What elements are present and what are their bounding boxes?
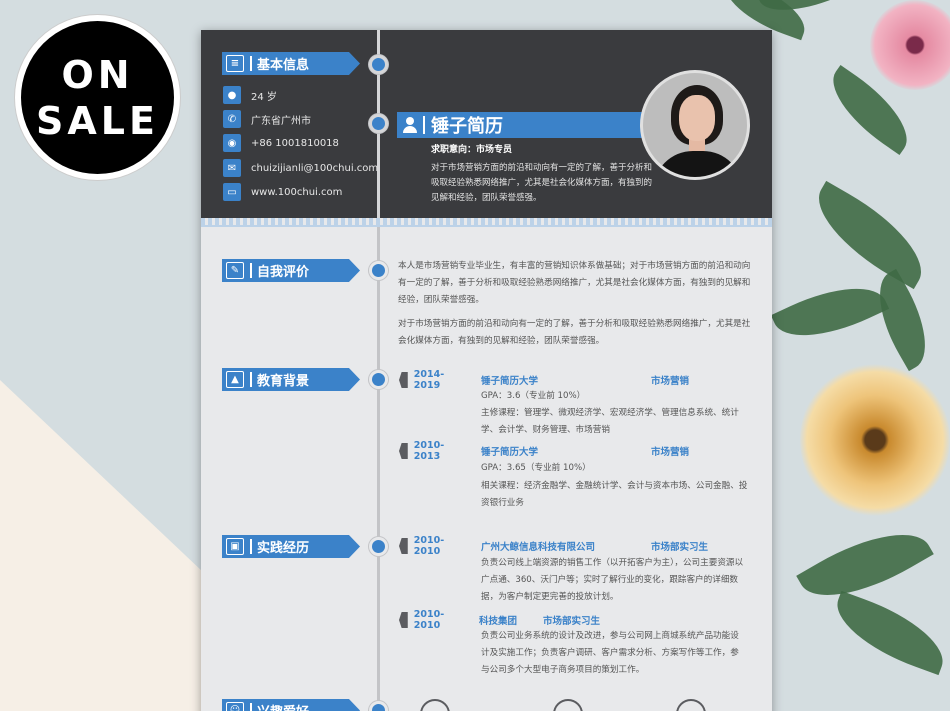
section-hobby: ☺ 兴趣爱好 bbox=[222, 699, 360, 711]
tag-divider bbox=[250, 56, 252, 71]
header-intro: 对于市场营销方面的前沿和动向有一定的了解，善于分析和吸取经验熟悉网络推广，尤其是… bbox=[431, 163, 653, 203]
work-role-2: 市场部实习生 bbox=[543, 616, 601, 627]
timeline-node bbox=[369, 701, 388, 711]
section-title: 兴趣爱好 bbox=[257, 701, 309, 711]
edu-school-1: 锤子简历大学 bbox=[481, 376, 539, 387]
section-basic-info: ≡ 基本信息 bbox=[222, 52, 360, 75]
web-icon: ▭ bbox=[223, 183, 241, 201]
info-text: 24 岁 bbox=[251, 91, 277, 103]
info-email: ✉ chuizijianli@100chui.com bbox=[223, 159, 378, 177]
edu-school-2: 锤子简历大学 bbox=[481, 447, 539, 458]
candidate-name: 锤子简历 bbox=[431, 116, 503, 137]
hobby-icon-3 bbox=[676, 699, 706, 711]
briefcase-icon: ▣ bbox=[226, 538, 244, 555]
hexagon-marker bbox=[399, 538, 408, 554]
info-text: chuizijianli@100chui.com bbox=[251, 162, 379, 174]
timeline-node bbox=[369, 114, 388, 133]
edu-period-2: 2010-2013 bbox=[399, 440, 469, 462]
edu-gpa-1: GPA：3.6（专业前 10%） bbox=[481, 391, 586, 401]
section-work: ▣ 实践经历 bbox=[222, 535, 360, 558]
section-education: ▲ 教育背景 bbox=[222, 368, 360, 391]
sliders-icon: ≡ bbox=[226, 55, 244, 72]
edu-major-2: 市场营销 bbox=[651, 447, 690, 458]
tag-divider bbox=[250, 539, 252, 554]
edit-icon: ✎ bbox=[226, 262, 244, 279]
work-desc-2: 负责公司业务系统的设计及改进，参与公司网上商城系统产品功能设计及实施工作；负责客… bbox=[481, 631, 739, 675]
info-text: 广东省广州市 bbox=[251, 115, 311, 127]
work-period-2: 2010-2010 bbox=[399, 609, 469, 631]
edu-courses-1: 主修课程：管理学、微观经济学、宏观经济学、管理信息系统、统计学、会计学、财务管理… bbox=[481, 408, 739, 435]
edu-period-1: 2014-2019 bbox=[399, 369, 469, 391]
period-text: 2010-2010 bbox=[413, 535, 445, 557]
timeline-node bbox=[369, 261, 388, 280]
flower-decoration-bottom bbox=[790, 340, 950, 711]
profile-photo bbox=[640, 70, 750, 180]
edu-gpa-2: GPA：3.65（专业前 10%） bbox=[481, 463, 591, 473]
info-website: ▭ www.100chui.com bbox=[223, 183, 342, 201]
mail-icon: ✉ bbox=[223, 159, 241, 177]
section-self-eval: ✎ 自我评价 bbox=[222, 259, 360, 282]
edu-courses-2: 相关课程：经济金融学、金融统计学、会计与资本市场、公司金融、投资银行业务 bbox=[481, 481, 748, 508]
work-role-1: 市场部实习生 bbox=[651, 542, 709, 553]
timeline-node bbox=[369, 537, 388, 556]
section-title: 实践经历 bbox=[257, 541, 310, 556]
period-text: 2010-2013 bbox=[413, 440, 445, 462]
period-text: 2014-2019 bbox=[413, 369, 445, 391]
self-eval-p2: 对于市场营销方面的前沿和动向有一定的了解，善于分析和吸取经验熟悉网络推广，尤其是… bbox=[398, 319, 751, 346]
location-icon: ◉ bbox=[223, 134, 241, 152]
badge-line-2: SALE bbox=[36, 98, 159, 143]
job-objective: 求职意向：市场专员 bbox=[431, 145, 513, 155]
background-cream bbox=[0, 380, 210, 711]
resume-document: ≡ 基本信息 ● 24 岁 ✆ 广东省广州市 ◉ +86 1001810018 … bbox=[201, 30, 772, 711]
timeline-node bbox=[369, 55, 388, 74]
flower-decoration-top bbox=[716, 0, 950, 156]
section-title: 教育背景 bbox=[257, 374, 310, 389]
hexagon-marker bbox=[399, 372, 408, 388]
section-title: 基本信息 bbox=[257, 58, 310, 73]
info-text: www.100chui.com bbox=[251, 186, 343, 198]
hobby-icon-1 bbox=[420, 699, 450, 711]
info-age: ● 24 岁 bbox=[223, 86, 277, 104]
name-banner: 锤子简历 bbox=[397, 112, 643, 138]
tag-divider bbox=[423, 116, 425, 134]
header-divider bbox=[201, 218, 772, 227]
badge-line-1: ON bbox=[61, 52, 134, 97]
person-icon: ● bbox=[223, 86, 241, 104]
person-icon bbox=[403, 117, 417, 133]
graduation-cap-icon: ▲ bbox=[226, 371, 244, 388]
self-eval-p1: 本人是市场营销专业毕业生，有丰富的营销知识体系做基础；对于市场营销方面的前沿和动… bbox=[398, 261, 751, 305]
info-phone: ◉ +86 1001810018 bbox=[223, 134, 339, 152]
info-city: ✆ 广东省广州市 bbox=[223, 110, 311, 128]
edu-major-1: 市场营销 bbox=[651, 376, 690, 387]
timeline-node bbox=[369, 370, 388, 389]
section-title: 自我评价 bbox=[257, 265, 310, 280]
work-desc-1: 负责公司线上端资源的销售工作（以开拓客户为主），公司主要资源以广点通、360、沃… bbox=[481, 558, 744, 602]
work-period-1: 2010-2010 bbox=[399, 535, 469, 557]
tag-divider bbox=[250, 703, 252, 711]
info-text: +86 1001810018 bbox=[251, 137, 339, 149]
hobby-icon-2 bbox=[553, 699, 583, 711]
on-sale-badge: ON SALE bbox=[15, 15, 180, 180]
phone-icon: ✆ bbox=[223, 110, 241, 128]
hexagon-marker bbox=[399, 443, 408, 459]
tag-divider bbox=[250, 263, 252, 278]
hexagon-marker bbox=[399, 612, 408, 628]
work-company-1: 广州大鲸信息科技有限公司 bbox=[481, 542, 596, 553]
work-company-2: 科技集团 bbox=[479, 616, 518, 627]
period-text: 2010-2010 bbox=[413, 609, 445, 631]
tag-divider bbox=[250, 372, 252, 387]
smile-icon: ☺ bbox=[226, 702, 244, 711]
